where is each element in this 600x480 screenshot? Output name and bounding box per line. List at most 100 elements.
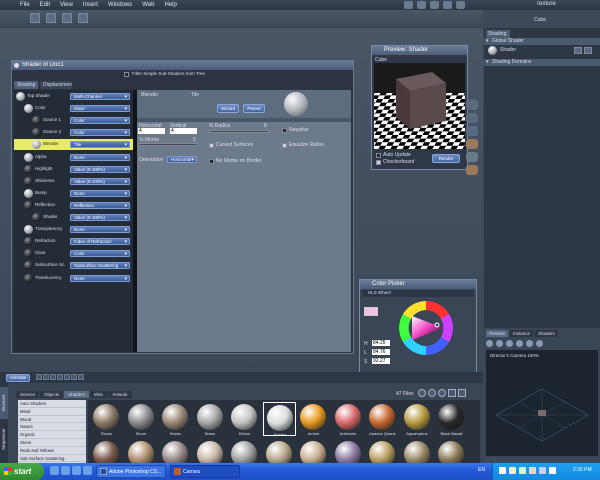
animate-button[interactable]: Animate (6, 374, 30, 382)
quick-launch-icon[interactable] (61, 466, 70, 475)
quick-launch-icon[interactable] (50, 466, 59, 475)
tool-icon[interactable] (417, 1, 426, 9)
shader-thumb[interactable] (231, 441, 257, 463)
tree-row[interactable]: Source 2 Color (14, 127, 133, 138)
view-icon[interactable] (418, 389, 426, 397)
shader-thumb[interactable]: Amber (297, 402, 330, 436)
tree-row[interactable]: Top Shader Multi-Channel (14, 91, 133, 102)
shader-thumb[interactable] (300, 441, 326, 463)
tool-icon[interactable] (430, 1, 439, 9)
tree-row[interactable]: Source 1 Color (14, 115, 133, 126)
director-tab-preview[interactable]: Preview (486, 330, 509, 337)
shader-thumb[interactable]: Aquamarine (401, 402, 434, 436)
quick-launch-icon[interactable] (72, 466, 81, 475)
shader-thumb[interactable]: Artichoke (332, 402, 365, 436)
tray-icon[interactable] (529, 467, 536, 474)
play-icon[interactable] (50, 374, 56, 380)
tree-value-dropdown[interactable]: Subsurface Scattering (70, 262, 130, 270)
side-tab-browser[interactable]: Browser (0, 387, 8, 419)
tree-value-dropdown[interactable]: Multi-Channel (70, 93, 130, 100)
tree-row[interactable]: Glow Color (14, 248, 133, 259)
radius-slider[interactable] (209, 130, 269, 133)
quick-launch-icon[interactable] (83, 466, 92, 475)
tree-value-dropdown[interactable]: None (70, 274, 130, 282)
step-forward-icon[interactable] (57, 374, 63, 380)
shader-thumb[interactable] (403, 441, 430, 463)
shader-thumb[interactable] (265, 441, 292, 463)
no-mortar-checkbox[interactable] (209, 159, 214, 164)
category-item[interactable]: Sub-Surface Scattering (18, 455, 86, 463)
menu-insert[interactable]: Insert (83, 1, 98, 9)
hls-color-wheel[interactable] (396, 299, 456, 357)
shader-thumb[interactable] (162, 441, 188, 463)
tree-value-dropdown[interactable]: None (70, 153, 130, 161)
record-icon[interactable] (78, 374, 84, 380)
paint-tool-icon[interactable] (466, 152, 478, 162)
tree-value-dropdown[interactable]: Reflection (70, 201, 130, 209)
negative-checkbox[interactable] (282, 128, 287, 133)
step-back-icon[interactable] (43, 374, 49, 380)
h-field[interactable]: 84.25 (372, 340, 390, 346)
menu-windows[interactable]: Windows (108, 1, 132, 9)
view-tool-icon[interactable] (486, 340, 493, 347)
menu-edit[interactable]: Edit (40, 1, 50, 9)
tree-row[interactable]: Bump None (14, 188, 133, 199)
director-tab-instance[interactable]: Instance (510, 330, 534, 337)
rewind-icon[interactable] (36, 374, 42, 380)
category-item[interactable]: Auto Shaders (18, 400, 86, 408)
tray-icon[interactable] (549, 467, 556, 474)
menu-help[interactable]: Help (165, 1, 177, 9)
tree-value-dropdown[interactable]: Color (70, 250, 130, 258)
scale-tool-icon[interactable] (78, 13, 88, 23)
director-viewport[interactable]: Director's Camera 100% (486, 350, 598, 456)
shader-thumb[interactable]: Apache Quartz (366, 402, 399, 436)
mortar-slider[interactable] (138, 143, 198, 146)
rotate-tool-icon[interactable] (62, 13, 72, 23)
l-field[interactable]: 84.76 (372, 349, 390, 355)
tab-shading[interactable]: Shading (14, 81, 38, 89)
sphere-tool-icon[interactable] (466, 100, 478, 110)
shader-thumb[interactable]: Border (262, 402, 296, 437)
browser-tab-scenes[interactable]: Scenes (16, 391, 40, 398)
tree-value-dropdown[interactable]: Tile (70, 141, 130, 149)
tree-value-dropdown[interactable]: Color (70, 129, 130, 137)
tool-icon[interactable] (443, 1, 452, 9)
checkerboard-checkbox[interactable] (376, 160, 381, 165)
s-field[interactable]: 92.27 (372, 358, 390, 364)
view-icon[interactable] (428, 389, 436, 397)
menu-file[interactable]: File (20, 1, 30, 9)
tree-value-dropdown[interactable]: Value (0-100%) (70, 165, 130, 173)
view-tool-icon[interactable] (536, 340, 543, 347)
category-item[interactable]: Reds and Yellows (18, 447, 86, 455)
tree-value-dropdown[interactable]: Mixer (70, 105, 130, 113)
tray-icon[interactable] (539, 467, 546, 474)
shader-thumb[interactable]: Brass (194, 402, 227, 436)
view-icon[interactable] (458, 389, 466, 397)
browser-tab-artwork[interactable]: Artwork (108, 391, 132, 398)
render-button[interactable]: Render (432, 154, 460, 163)
menu-view[interactable]: View (60, 1, 73, 9)
side-tab-sequencer[interactable]: Sequencer (0, 423, 8, 455)
shader-thumb[interactable] (334, 441, 361, 463)
browser-tab-misc[interactable]: Misc (90, 391, 108, 398)
category-item[interactable]: Nature (18, 423, 86, 432)
filter-checkbox[interactable] (124, 72, 129, 77)
category-item[interactable]: Wood (18, 416, 86, 424)
tab-shading[interactable]: Shading (486, 30, 510, 38)
vertical-field[interactable]: 4 (170, 128, 197, 134)
tree-value-dropdown[interactable]: Value (0-100%) (70, 214, 130, 221)
tray-icon[interactable] (499, 467, 506, 474)
tree-row[interactable]: Translucency None (14, 273, 133, 284)
tree-row[interactable]: Blender Tile (14, 139, 133, 151)
shader-button-icon[interactable] (574, 47, 582, 54)
category-item[interactable]: Metal (18, 408, 86, 416)
tree-value-dropdown[interactable]: Color (70, 117, 130, 125)
orientation-dropdown[interactable]: Horizontal (167, 156, 197, 163)
director-tab-shaders[interactable]: Shaders (535, 330, 558, 337)
select-tool-icon[interactable] (30, 13, 40, 23)
shader-thumb[interactable]: Rocks (90, 402, 123, 436)
shader-thumb[interactable] (93, 441, 119, 463)
tree-row[interactable]: Refraction Index of Refraction (14, 236, 133, 247)
curved-checkbox[interactable] (209, 143, 214, 148)
figure-tool-icon[interactable] (466, 139, 478, 149)
